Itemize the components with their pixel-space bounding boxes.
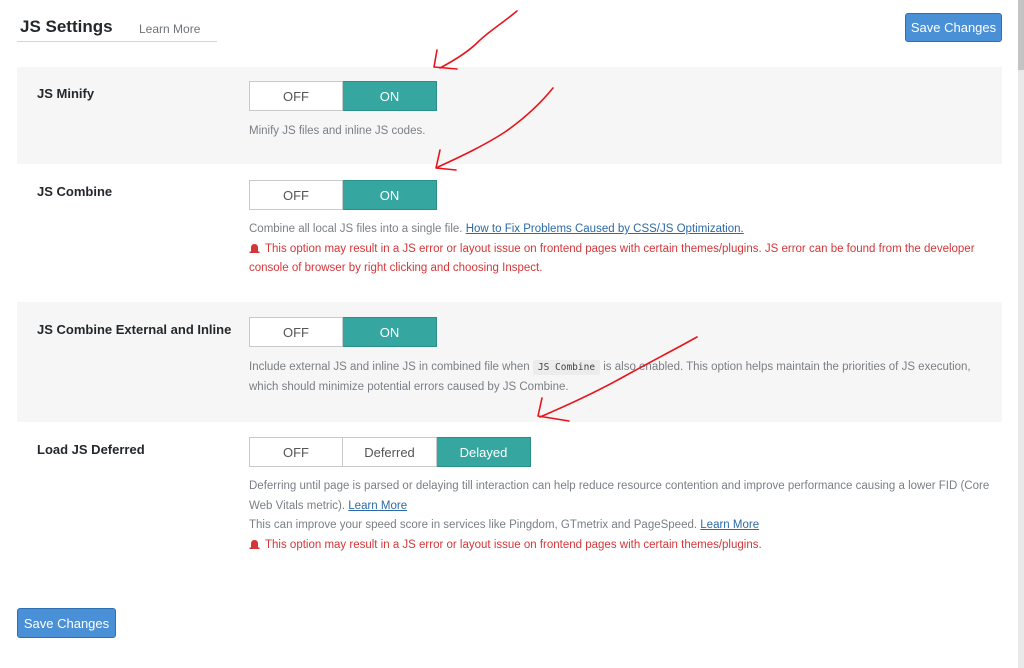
section-header: JS Settings Learn More [17, 14, 217, 42]
scrollbar-track[interactable] [1018, 0, 1024, 668]
js-combine-toggle: OFF ON [249, 180, 437, 210]
setting-row-js-combine: JS Combine OFF ON Combine all local JS f… [17, 164, 1002, 302]
setting-label: JS Combine [37, 184, 113, 199]
warning-text: This option may result in a JS error or … [249, 539, 762, 551]
setting-description: Combine all local JS files into a single… [249, 220, 994, 279]
description-text: Include external JS and inline JS in com… [249, 361, 530, 373]
load-js-deferred-button[interactable]: Deferred [343, 437, 437, 467]
setting-label: JS Combine External and Inline [37, 322, 232, 337]
description-text-speed: This can improve your speed score in ser… [249, 519, 698, 531]
learn-more-link-deferred[interactable]: Learn More [348, 500, 407, 512]
setting-description: Include external JS and inline JS in com… [249, 358, 994, 397]
setting-description: Minify JS files and inline JS codes. [249, 122, 994, 142]
setting-row-js-combine-external-inline: JS Combine External and Inline OFF ON In… [17, 302, 1002, 422]
save-changes-button-top[interactable]: Save Changes [905, 13, 1002, 42]
page-title: JS Settings [20, 17, 113, 36]
setting-label: Load JS Deferred [37, 442, 145, 457]
js-minify-on-button[interactable]: ON [343, 81, 437, 111]
js-minify-off-button[interactable]: OFF [249, 81, 343, 111]
setting-label: JS Minify [37, 86, 95, 101]
load-js-off-button[interactable]: OFF [249, 437, 343, 467]
description-text: Combine all local JS files into a single… [249, 223, 463, 235]
css-js-optimization-link[interactable]: How to Fix Problems Caused by CSS/JS Opt… [466, 223, 744, 235]
scrollbar-thumb[interactable] [1018, 0, 1024, 70]
learn-more-link-speed[interactable]: Learn More [700, 519, 759, 531]
setting-row-js-minify: JS Minify OFF ON Minify JS files and inl… [17, 67, 1002, 164]
warning-message: This option may result in a JS error or … [249, 242, 975, 275]
alarm-icon [249, 243, 260, 253]
inline-code: JS Combine [532, 360, 601, 375]
js-combine-on-button[interactable]: ON [343, 180, 437, 210]
warning-message: This option may result in a JS error or … [265, 538, 762, 551]
load-js-deferred-toggle: OFF Deferred Delayed [249, 437, 531, 467]
alarm-icon [249, 539, 260, 549]
description-text: Minify JS files and inline JS codes. [249, 125, 426, 137]
js-combine-off-button[interactable]: OFF [249, 180, 343, 210]
save-changes-button-bottom[interactable]: Save Changes [17, 608, 116, 638]
js-minify-toggle: OFF ON [249, 81, 437, 111]
setting-description: Deferring until page is parsed or delayi… [249, 477, 994, 555]
learn-more-link[interactable]: Learn More [139, 22, 200, 36]
js-combine-external-on-button[interactable]: ON [343, 317, 437, 347]
setting-row-load-js-deferred: Load JS Deferred OFF Deferred Delayed De… [17, 422, 1002, 572]
js-combine-external-off-button[interactable]: OFF [249, 317, 343, 347]
annotation-arrow-1 [439, 10, 518, 69]
js-combine-external-toggle: OFF ON [249, 317, 437, 347]
load-js-delayed-button[interactable]: Delayed [437, 437, 531, 467]
warning-text: This option may result in a JS error or … [249, 243, 975, 275]
